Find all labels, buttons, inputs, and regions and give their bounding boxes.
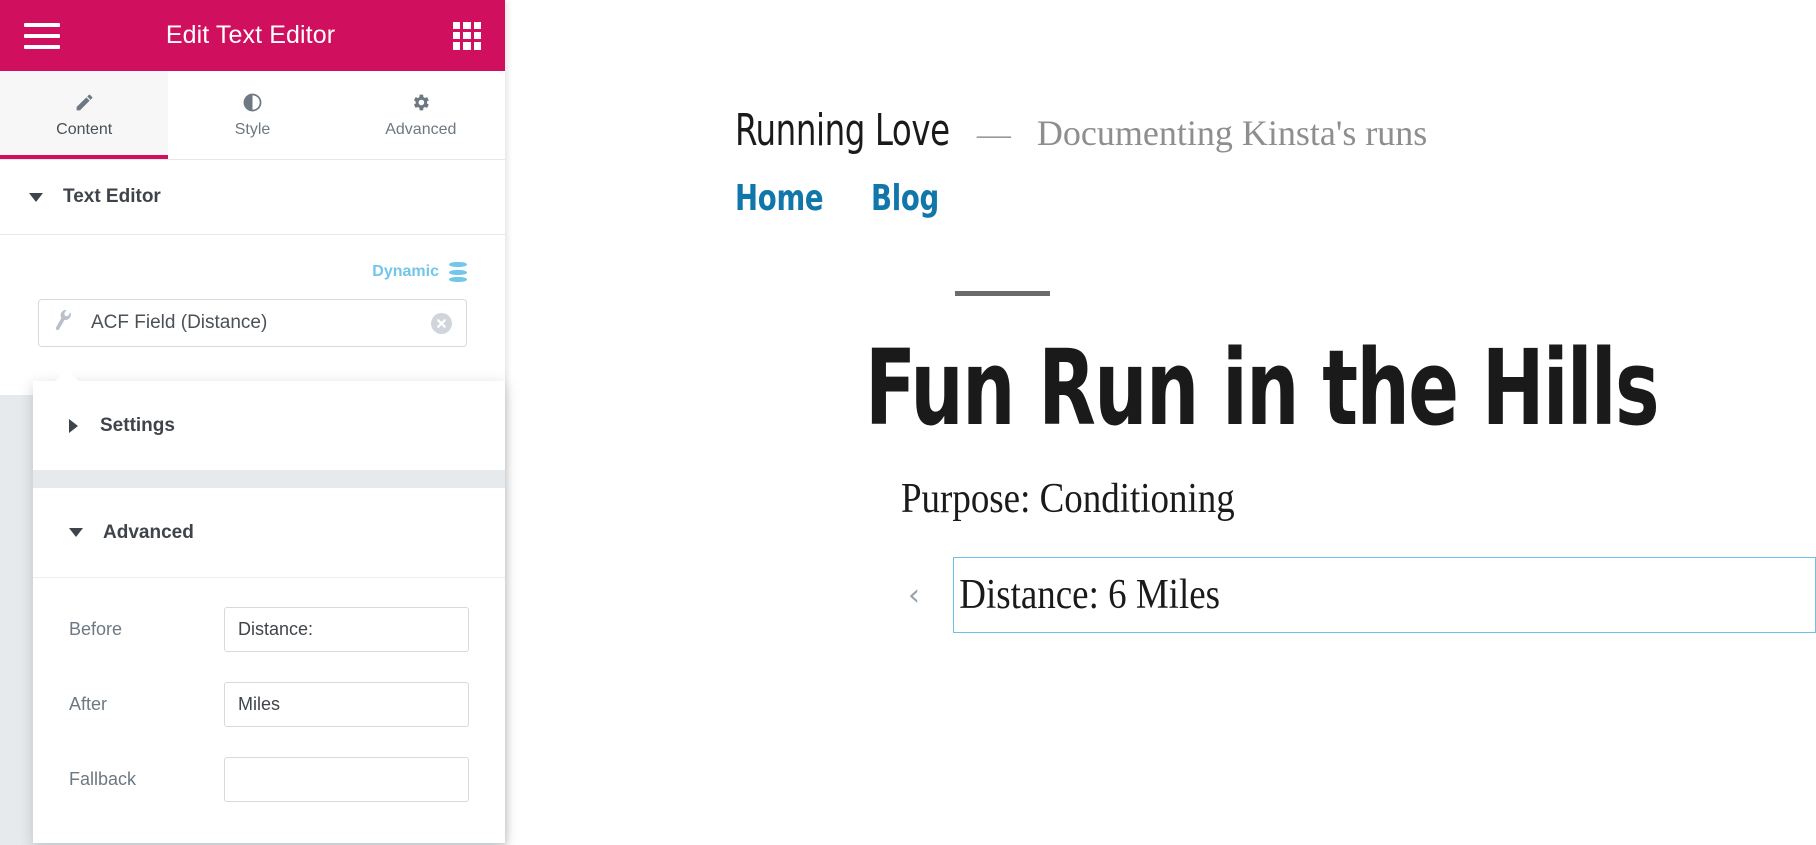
site-preview: Running Love — Documenting Kinsta's runs… [505, 0, 1816, 845]
dynamic-tag-settings-popup: Settings Advanced Before Distance: After… [33, 370, 505, 843]
grid-cell [463, 42, 471, 50]
clear-circle-x-icon[interactable] [431, 312, 452, 334]
post-area: Fun Run in the Hills Purpose: Conditioni… [505, 291, 1816, 634]
widget-distance-text: Distance: 6 Miles [959, 572, 1221, 619]
dynamic-toggle-label[interactable]: Dynamic [372, 263, 439, 281]
contrast-half-circle-icon [242, 91, 263, 113]
popup-section-advanced[interactable]: Advanced [33, 488, 505, 577]
field-label-before: Before [69, 619, 123, 639]
field-row-before: Before Distance: [33, 592, 505, 667]
stack-layer [449, 277, 467, 282]
chevron-left-icon[interactable]: ‹ [897, 572, 931, 618]
grid-cell [453, 31, 461, 40]
stack-layer [449, 269, 467, 275]
site-title[interactable]: Running Love [735, 105, 950, 156]
popup-section-settings[interactable]: Settings [33, 381, 505, 470]
stack-layer [449, 262, 467, 267]
panel-tabs: Content Style Advanced [0, 71, 505, 160]
selected-text-editor-widget[interactable]: ‹ Distance: 6 Miles [908, 557, 1816, 634]
grid-apps-icon[interactable] [453, 21, 481, 50]
before-input[interactable]: Distance: [224, 607, 469, 652]
grid-cell [453, 42, 461, 50]
section-text-editor-label: Text Editor [63, 186, 161, 207]
popup-section-advanced-label: Advanced [103, 521, 194, 543]
panel-header: Edit Text Editor [0, 0, 505, 71]
popup-section-settings-label: Settings [100, 414, 175, 436]
tab-style[interactable]: Style [168, 71, 337, 159]
tab-advanced-label: Advanced [385, 121, 457, 138]
nav-link-blog[interactable]: Blog [871, 178, 939, 219]
grid-cell [463, 31, 471, 40]
grid-cell [473, 42, 481, 50]
site-title-dash: — [976, 116, 1011, 153]
popup-arrow [55, 370, 79, 381]
post-divider-mark [955, 291, 1050, 296]
database-stack-icon[interactable] [449, 262, 467, 282]
grid-cell [463, 21, 471, 29]
field-row-after: After Miles [33, 667, 505, 742]
dynamic-tag-field[interactable]: ACF Field (Distance) [38, 299, 467, 347]
editor-screen: Edit Text Editor Content Style Advanced … [0, 0, 1816, 845]
wrench-icon[interactable] [50, 307, 78, 340]
chevron-down-icon [69, 528, 83, 537]
tab-content[interactable]: Content [0, 71, 169, 159]
tab-advanced[interactable]: Advanced [336, 71, 505, 159]
grid-cell [453, 21, 461, 29]
field-label-after: After [69, 694, 108, 714]
site-nav: Home Blog [735, 178, 1816, 219]
gear-icon [410, 91, 431, 113]
section-text-editor[interactable]: Text Editor [0, 160, 505, 235]
chevron-down-icon [29, 192, 43, 202]
site-title-line: Running Love — Documenting Kinsta's runs [735, 105, 1816, 156]
field-row-fallback: Fallback [33, 742, 505, 817]
dynamic-row: Dynamic [38, 257, 467, 287]
chevron-right-icon [69, 418, 78, 433]
fallback-input[interactable] [224, 757, 469, 802]
after-input[interactable]: Miles [224, 682, 469, 727]
site-header: Running Love — Documenting Kinsta's runs… [505, 0, 1816, 219]
pencil-icon [74, 91, 95, 113]
panel-title: Edit Text Editor [165, 21, 336, 49]
popup-divider [33, 470, 505, 488]
popup-advanced-body: Before Distance: After Miles Fallback [33, 577, 505, 843]
post-title: Fun Run in the Hills [865, 327, 1660, 449]
grid-cell [473, 31, 481, 40]
grid-cell [473, 21, 481, 29]
dynamic-tag-value: ACF Field (Distance) [91, 312, 268, 333]
field-label-fallback: Fallback [69, 769, 137, 789]
site-tagline: Documenting Kinsta's runs [1036, 113, 1428, 153]
nav-link-home[interactable]: Home [735, 178, 824, 219]
tab-style-label: Style [234, 121, 271, 138]
post-meta-purpose: Purpose: Conditioning [901, 476, 1235, 523]
tab-content-label: Content [56, 121, 113, 138]
